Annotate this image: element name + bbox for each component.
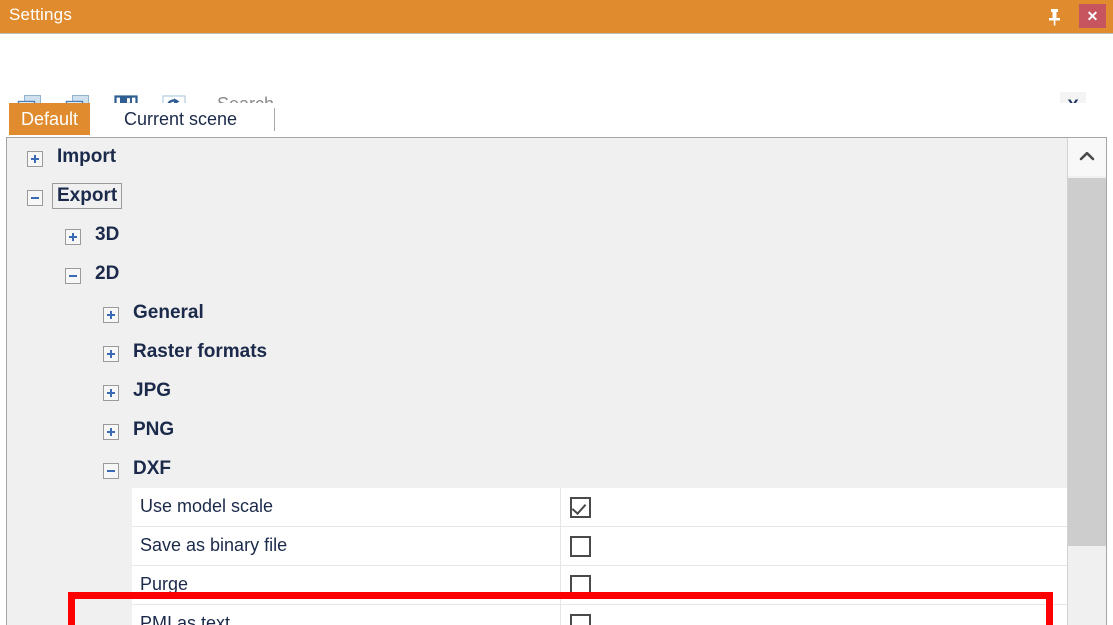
- tree-item-label: 3D: [95, 224, 120, 245]
- tab-label: Current scene: [124, 108, 238, 129]
- tab-strip: Default Current scene: [0, 103, 1113, 137]
- property-checkbox[interactable]: [570, 614, 591, 625]
- tree-item-import[interactable]: Import: [7, 140, 1067, 179]
- tree-item-png[interactable]: PNG: [7, 413, 1067, 452]
- property-row-use-model-scale[interactable]: Use model scale: [132, 488, 1067, 527]
- column-divider: [560, 605, 561, 625]
- tree-item-export[interactable]: Export: [7, 179, 1067, 218]
- close-icon: ✕: [1086, 8, 1099, 24]
- tree-item-label: JPG: [133, 380, 172, 401]
- chevron-up-icon: [1079, 148, 1095, 166]
- pin-icon[interactable]: [1040, 0, 1068, 33]
- tree-item-label: Raster formats: [133, 341, 268, 362]
- expander-plus-icon[interactable]: [103, 346, 119, 362]
- tab-default[interactable]: Default: [9, 103, 91, 135]
- expander-minus-icon[interactable]: [103, 463, 119, 479]
- window-title: Settings: [9, 5, 73, 24]
- tree-item-2d[interactable]: 2D: [7, 257, 1067, 296]
- window-close-button[interactable]: ✕: [1079, 4, 1106, 28]
- tree-item-label: PNG: [133, 419, 175, 440]
- property-checkbox[interactable]: [570, 497, 591, 518]
- property-checkbox[interactable]: [570, 536, 591, 557]
- tree-item-label: Import: [57, 146, 117, 167]
- tree-item-raster-formats[interactable]: Raster formats: [7, 335, 1067, 374]
- title-bar: Settings ✕: [0, 0, 1113, 33]
- expander-plus-icon[interactable]: [103, 385, 119, 401]
- column-divider: [560, 488, 561, 526]
- scroll-up-button[interactable]: [1068, 138, 1106, 176]
- settings-window: Settings ✕ Default Current scene Import …: [0, 0, 1113, 625]
- scrollbar-thumb[interactable]: [1068, 178, 1106, 546]
- column-divider: [560, 566, 561, 604]
- tab-current-scene[interactable]: Current scene: [112, 103, 249, 135]
- toolbar: Search X: [0, 33, 1113, 119]
- property-row-purge[interactable]: Purge: [132, 566, 1067, 605]
- expander-plus-icon[interactable]: [103, 307, 119, 323]
- expander-plus-icon[interactable]: [65, 229, 81, 245]
- tree-item-label: Export: [52, 183, 123, 209]
- property-label: PMI as text: [140, 613, 231, 625]
- settings-panel: Import Export 3D 2D General Raster forma: [6, 137, 1107, 625]
- property-checkbox[interactable]: [570, 575, 591, 596]
- tree-item-label: 2D: [95, 263, 120, 284]
- property-label: Purge: [140, 574, 189, 594]
- property-label: Use model scale: [140, 496, 274, 516]
- tree-item-general[interactable]: General: [7, 296, 1067, 335]
- tree-item-label: DXF: [133, 458, 171, 479]
- expander-plus-icon[interactable]: [103, 424, 119, 440]
- expander-minus-icon[interactable]: [27, 190, 43, 206]
- column-divider: [560, 527, 561, 565]
- property-label: Save as binary file: [140, 535, 288, 555]
- tree-item-3d[interactable]: 3D: [7, 218, 1067, 257]
- expander-minus-icon[interactable]: [65, 268, 81, 284]
- tree-item-label: General: [133, 302, 204, 323]
- vertical-scrollbar[interactable]: [1067, 138, 1106, 625]
- property-row-save-as-binary-file[interactable]: Save as binary file: [132, 527, 1067, 566]
- settings-tree: Import Export 3D 2D General Raster forma: [7, 138, 1067, 625]
- expander-plus-icon[interactable]: [27, 151, 43, 167]
- tree-item-jpg[interactable]: JPG: [7, 374, 1067, 413]
- property-row-pmi-as-text[interactable]: PMI as text: [132, 605, 1067, 625]
- tab-label: Default: [21, 108, 79, 129]
- tree-item-dxf[interactable]: DXF: [7, 452, 1067, 491]
- tab-separator: [274, 108, 275, 131]
